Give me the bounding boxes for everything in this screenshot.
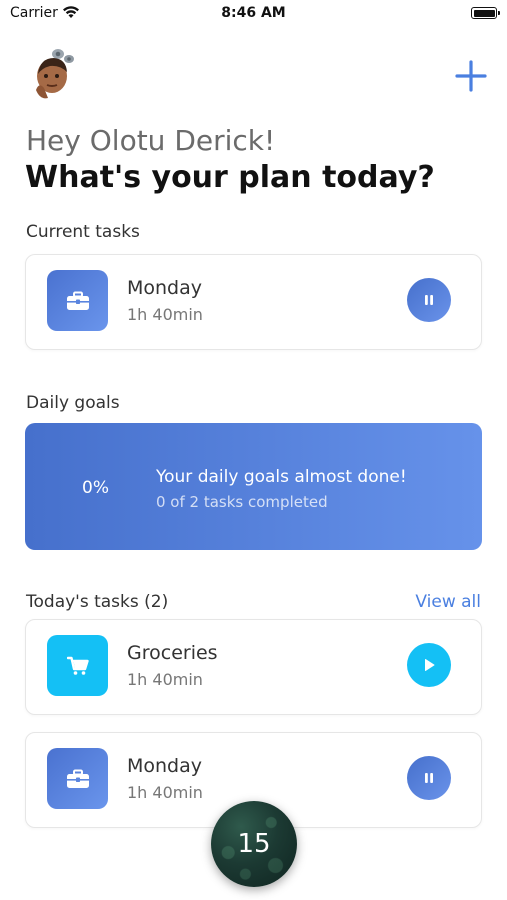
briefcase-icon [47, 270, 108, 331]
task-card-groceries[interactable]: Groceries 1h 40min [25, 619, 482, 715]
task-duration: 1h 40min [127, 783, 203, 802]
battery-icon [471, 7, 500, 19]
view-all-link[interactable]: View all [415, 592, 481, 612]
page-title: What's your plan today? [25, 160, 435, 195]
pause-button[interactable] [407, 278, 451, 322]
pause-button[interactable] [407, 756, 451, 800]
pause-icon [425, 295, 433, 305]
shopping-cart-icon [47, 635, 108, 696]
add-task-button[interactable] [451, 56, 491, 96]
task-title: Monday [127, 277, 203, 299]
todays-tasks-label: Today's tasks (2) [26, 592, 169, 612]
current-tasks-label: Current tasks [26, 222, 140, 242]
avatar[interactable] [30, 46, 84, 104]
status-time: 8:46 AM [221, 5, 286, 21]
task-title: Groceries [127, 642, 218, 664]
goal-progress-percent: 0% [82, 478, 109, 498]
task-duration: 1h 40min [127, 670, 203, 689]
play-button[interactable] [407, 643, 451, 687]
goal-subtitle: 0 of 2 tasks completed [156, 493, 328, 511]
task-title: Monday [127, 755, 203, 777]
fab-label: 15 [237, 829, 271, 859]
pause-icon [425, 773, 433, 783]
greeting: Hey Olotu Derick! [26, 124, 276, 157]
current-task-card[interactable]: Monday 1h 40min [25, 254, 482, 350]
floating-action-button[interactable]: 15 [211, 801, 297, 887]
plus-icon [455, 60, 487, 92]
briefcase-icon [47, 748, 108, 809]
play-icon [425, 659, 435, 671]
daily-goals-label: Daily goals [26, 393, 120, 413]
status-bar: Carrier 8:46 AM [0, 0, 507, 28]
task-duration: 1h 40min [127, 305, 203, 324]
goal-title: Your daily goals almost done! [156, 467, 407, 487]
daily-goals-banner[interactable]: 0% Your daily goals almost done! 0 of 2 … [25, 423, 482, 550]
